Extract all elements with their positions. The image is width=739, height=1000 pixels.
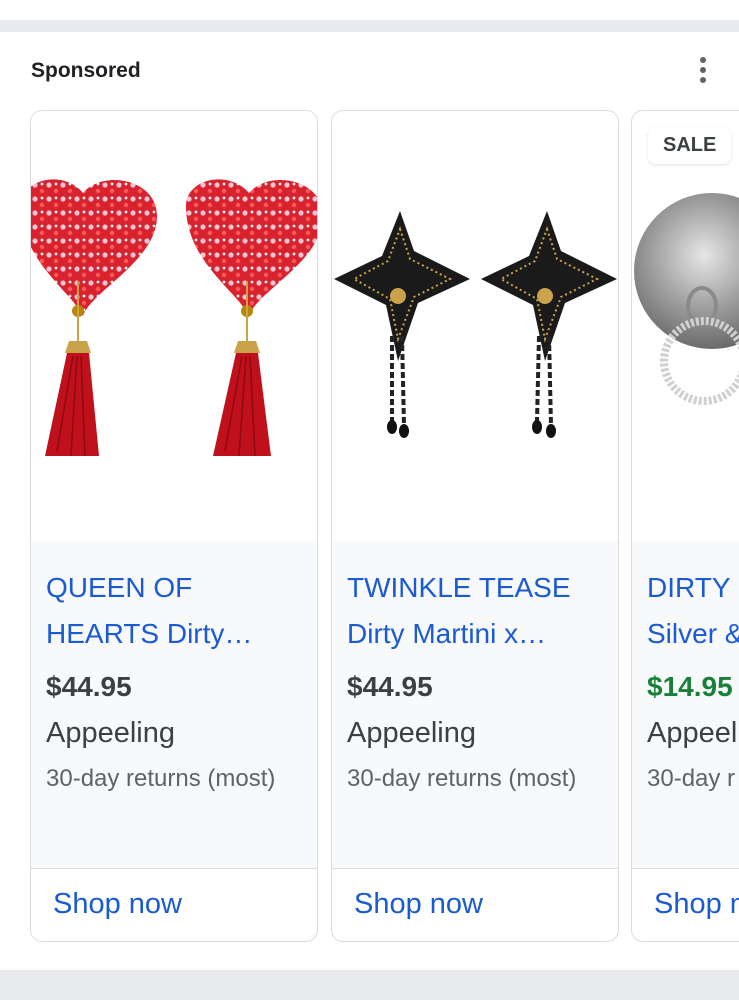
shop-now-link[interactable]: Shop now — [53, 888, 182, 921]
star-tassel-pasties-image[interactable] — [332, 111, 618, 541]
product-carousel[interactable]: QUEEN OF HEARTS Dirty… $44.95 Appeeling … — [0, 108, 739, 944]
product-card[interactable]: QUEEN OF HEARTS Dirty… $44.95 Appeeling … — [30, 110, 318, 942]
returns-policy: 30-day returns (most) — [347, 765, 577, 792]
more-vert-icon[interactable] — [688, 52, 718, 88]
seller-name: Appeeling — [46, 717, 175, 749]
shop-now-link[interactable]: Shop n — [654, 888, 739, 921]
returns-policy: 30-day r — [647, 765, 736, 792]
product-title[interactable]: QUEEN OF HEARTS Dirty… — [46, 565, 308, 657]
product-price: $14.95 — [647, 671, 733, 702]
section-divider-bottom — [0, 970, 739, 1000]
product-price: $44.95 — [46, 671, 132, 702]
product-card[interactable]: SALE DIRTY Silver & $14.95 Appeel 30-day… — [631, 110, 739, 942]
product-card[interactable]: TWINKLE TEASE Dirty Martini x… $44.95 Ap… — [331, 110, 619, 942]
product-title[interactable]: TWINKLE TEASE Dirty Martini x… — [347, 565, 609, 657]
sponsored-label: Sponsored — [31, 59, 141, 82]
sale-badge: SALE — [648, 127, 732, 164]
section-divider-top — [0, 20, 739, 32]
product-price: $44.95 — [347, 671, 433, 702]
heart-tassel-pasties-image[interactable] — [31, 111, 317, 541]
product-info[interactable]: TWINKLE TEASE Dirty Martini x… $44.95 Ap… — [332, 541, 618, 869]
returns-policy: 30-day returns (most) — [46, 765, 276, 792]
seller-name: Appeel — [647, 717, 738, 749]
top-band — [0, 0, 739, 20]
product-info[interactable]: DIRTY Silver & $14.95 Appeel 30-day r — [632, 541, 739, 869]
seller-name: Appeeling — [347, 717, 476, 749]
silver-disc-pasties-image[interactable]: SALE — [632, 111, 739, 541]
product-title[interactable]: DIRTY Silver & — [647, 565, 739, 657]
sponsored-header: Sponsored — [0, 32, 739, 108]
product-info[interactable]: QUEEN OF HEARTS Dirty… $44.95 Appeeling … — [31, 541, 317, 869]
shop-now-link[interactable]: Shop now — [354, 888, 483, 921]
